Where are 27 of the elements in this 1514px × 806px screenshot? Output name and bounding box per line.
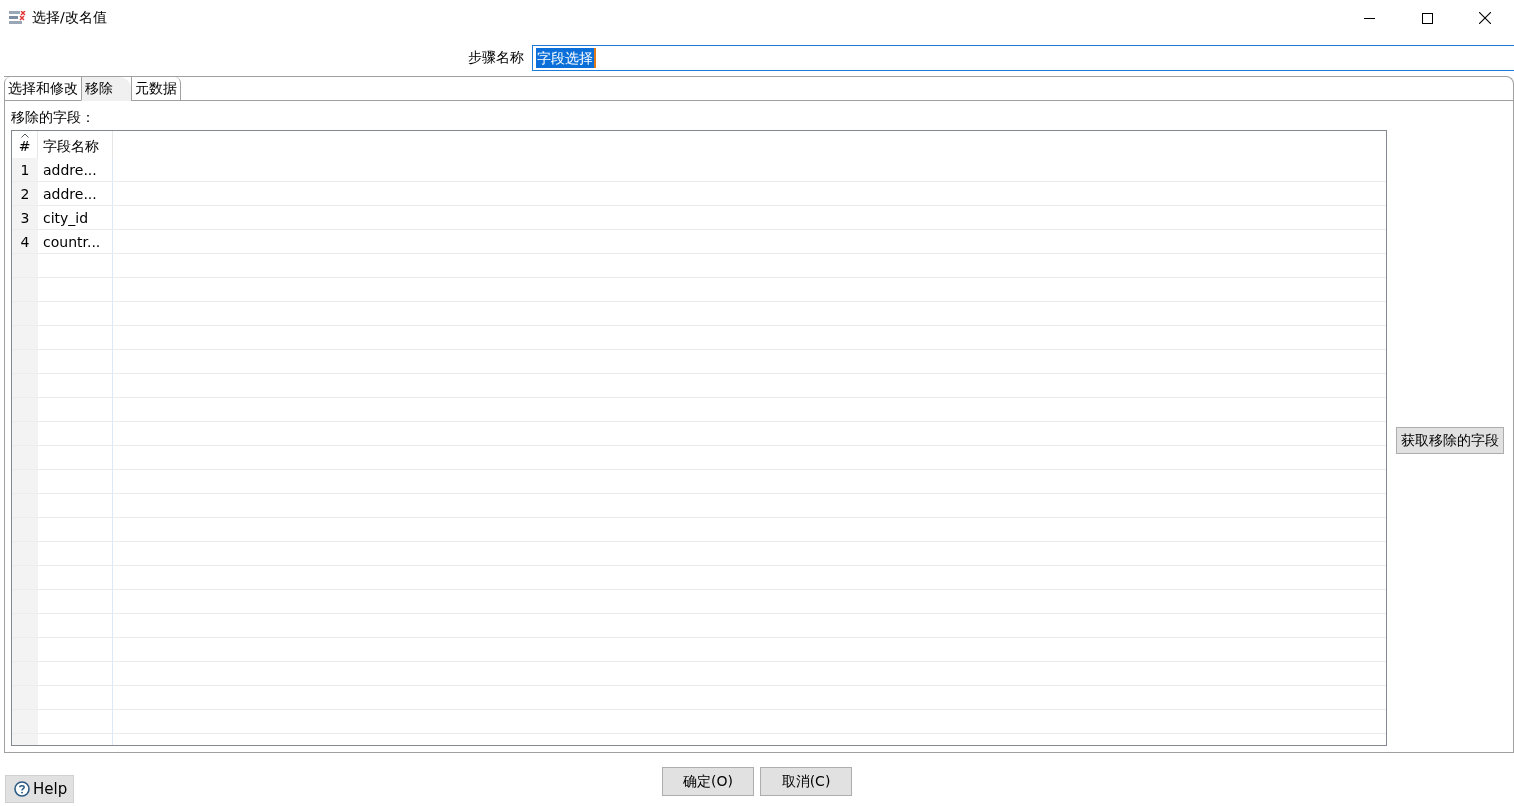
sort-caret-icon [21,133,29,138]
table-cell[interactable]: addre... [38,182,113,206]
removed-fields-label: 移除的字段： [11,108,95,126]
minimize-icon [1363,17,1375,19]
dialog-button[interactable]: 取消(C) [760,767,852,796]
row-number: 4 [12,230,38,254]
window-title: 选择/改名值 [32,9,107,27]
help-icon [14,781,30,797]
get-fields-button[interactable]: 获取移除的字段 [1396,427,1504,454]
table-cell[interactable]: city_id [38,206,113,230]
help-button[interactable]: Help [5,775,74,803]
dialog-button[interactable]: 确定(O) [662,767,754,796]
step-name-label: 步骤名称 [468,49,524,67]
close-icon [1479,12,1491,24]
tab[interactable]: 选择和修改 [4,77,81,101]
maximize-icon [1421,12,1433,24]
row-number: 1 [12,158,38,182]
column-header[interactable]: 字段名称 [38,131,113,158]
step-name-field[interactable]: 字段选择 [532,45,1514,71]
tab[interactable]: 元数据 [131,77,181,101]
row-number: 2 [12,182,38,206]
row-number: 3 [12,206,38,230]
table-cell[interactable]: countr... [38,230,113,254]
table-cell[interactable]: addre... [38,158,113,182]
list-icon [9,11,26,25]
tab[interactable]: 移除 [81,77,131,101]
step-name-value: 字段选择 [536,48,596,68]
